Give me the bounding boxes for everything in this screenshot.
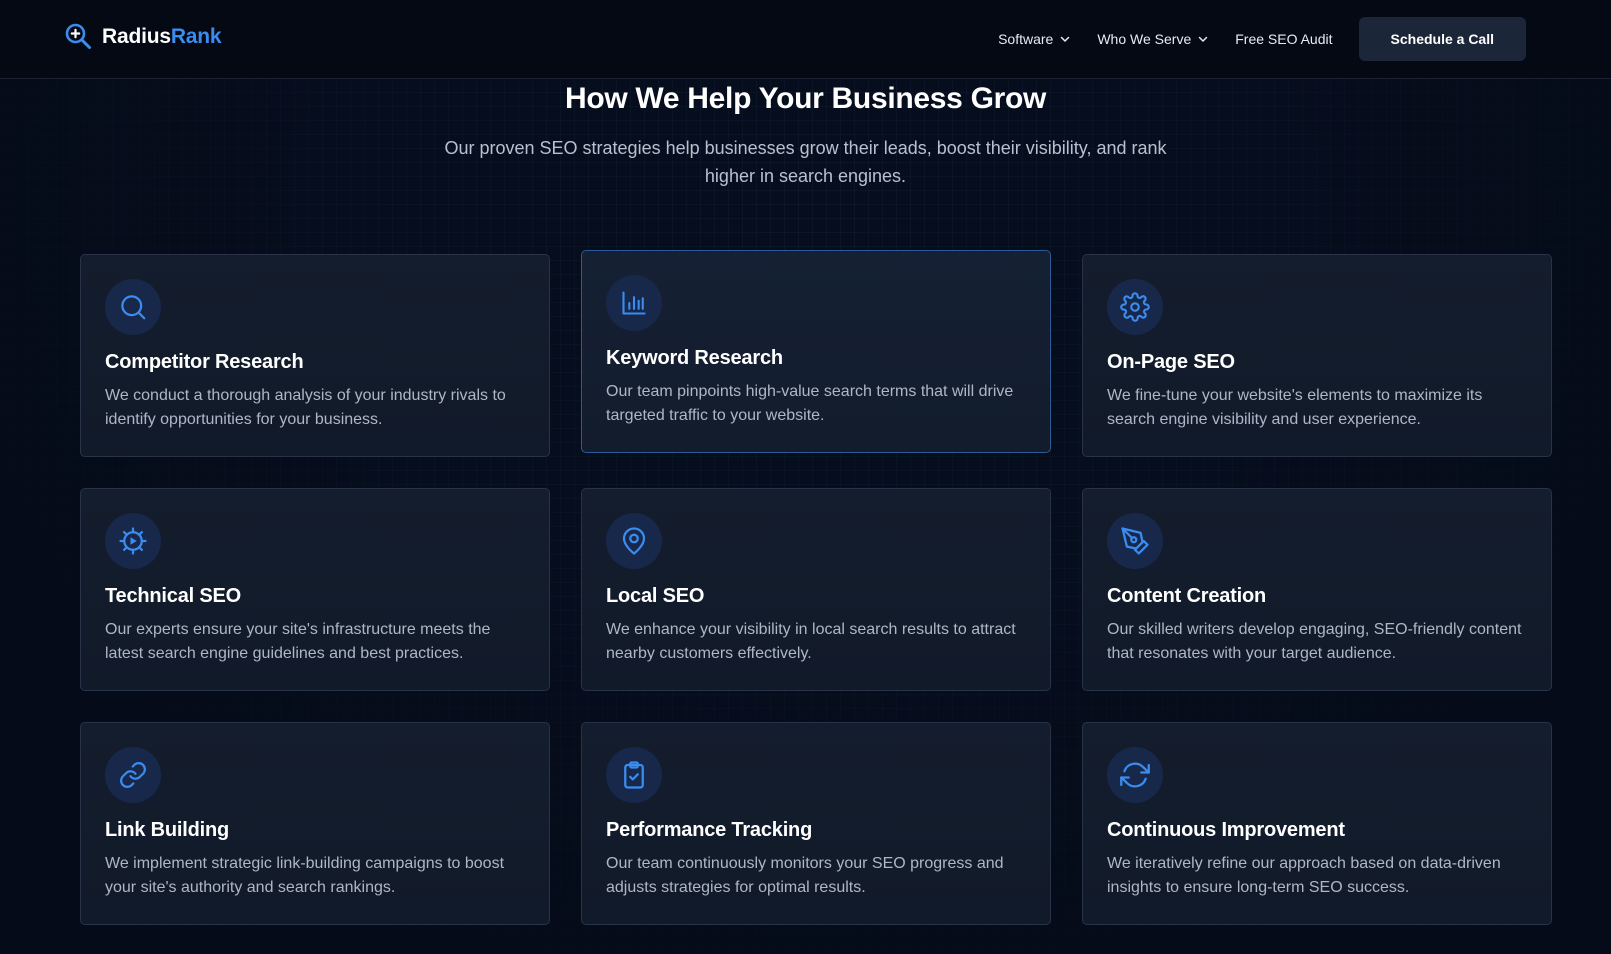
- service-card-performance-tracking[interactable]: Performance Tracking Our team continuous…: [581, 722, 1051, 925]
- service-title: Performance Tracking: [606, 819, 813, 841]
- nav-item-software[interactable]: Software: [998, 31, 1071, 47]
- service-description: We iteratively refine our approach based…: [1107, 855, 1501, 896]
- service-card-competitor-research[interactable]: Competitor Research We conduct a thoroug…: [80, 254, 550, 457]
- icon-circle: [606, 513, 662, 569]
- icon-circle: [105, 513, 161, 569]
- logo[interactable]: RadiusRank: [64, 22, 222, 52]
- section-subtitle: Our proven SEO strategies help businesse…: [444, 138, 1167, 186]
- service-title: Technical SEO: [105, 585, 241, 607]
- nav-item-who-we-serve[interactable]: Who We Serve: [1097, 31, 1209, 47]
- icon-circle: [1107, 513, 1163, 569]
- pen-tool-icon: [1121, 527, 1149, 555]
- logo-text-part1: Radius: [102, 25, 171, 48]
- services-grid: Competitor Research We conduct a thoroug…: [80, 250, 1552, 925]
- search-icon: [121, 295, 146, 320]
- service-card-on-page-seo[interactable]: On-Page SEO We fine-tune your website's …: [1082, 254, 1552, 457]
- icon-circle: [606, 275, 662, 331]
- icon-circle: [606, 747, 662, 803]
- service-description: We conduct a thorough analysis of your i…: [105, 387, 506, 428]
- service-card-link-building[interactable]: Link Building We implement strategic lin…: [80, 722, 550, 925]
- logo-text-part2: Rank: [170, 25, 222, 48]
- icon-circle: [1107, 279, 1163, 335]
- service-description: Our team pinpoints high-value search ter…: [606, 383, 1014, 424]
- service-description: We enhance your visibility in local sear…: [606, 621, 1016, 662]
- bar-chart-icon: [622, 291, 646, 315]
- service-card-content-creation[interactable]: Content Creation Our skilled writers dev…: [1082, 488, 1552, 691]
- gear-icon: [1120, 292, 1150, 322]
- cog-play-icon: [119, 527, 147, 555]
- service-title: Link Building: [105, 819, 230, 841]
- service-title: Continuous Improvement: [1107, 819, 1345, 841]
- service-title: Content Creation: [1107, 585, 1267, 607]
- map-pin-icon: [622, 527, 646, 555]
- service-title: Local SEO: [606, 585, 705, 607]
- service-title: Keyword Research: [606, 347, 783, 369]
- service-card-keyword-research[interactable]: Keyword Research Our team pinpoints high…: [581, 250, 1051, 453]
- icon-circle: [105, 747, 161, 803]
- service-description: Our team continuously monitors your SEO …: [606, 855, 1004, 896]
- link-icon: [120, 762, 146, 788]
- schedule-call-button[interactable]: Schedule a Call: [1358, 17, 1526, 61]
- refresh-icon: [1120, 762, 1150, 788]
- clipboard-check-icon: [624, 761, 644, 789]
- site-header: RadiusRank Software Who We Serve Free SE…: [0, 0, 1611, 79]
- main-nav: Software Who We Serve Free SEO Audit Sch…: [998, 17, 1526, 61]
- service-title: Competitor Research: [105, 351, 304, 373]
- nav-item-label: Free SEO Audit: [1235, 31, 1333, 47]
- nav-item-label: Software: [998, 31, 1054, 47]
- service-title: On-Page SEO: [1107, 351, 1235, 373]
- service-description: We fine-tune your website's elements to …: [1107, 387, 1483, 428]
- section-title: How We Help Your Business Grow: [564, 82, 1047, 115]
- icon-circle: [1107, 747, 1163, 803]
- icon-circle: [105, 279, 161, 335]
- service-card-continuous-improvement[interactable]: Continuous Improvement We iteratively re…: [1082, 722, 1552, 925]
- service-card-technical-seo[interactable]: Technical SEO Our experts ensure your si…: [80, 488, 550, 691]
- service-description: Our experts ensure your site's infrastru…: [105, 621, 491, 662]
- service-card-local-seo[interactable]: Local SEO We enhance your visibility in …: [581, 488, 1051, 691]
- service-description: We implement strategic link-building cam…: [105, 855, 505, 896]
- service-description: Our skilled writers develop engaging, SE…: [1107, 621, 1522, 662]
- chevron-down-icon: [1061, 36, 1070, 42]
- nav-item-free-seo-audit[interactable]: Free SEO Audit: [1235, 31, 1332, 47]
- nav-item-label: Who We Serve: [1097, 31, 1192, 47]
- magnifier-plus-icon: [65, 23, 91, 49]
- logo-text: RadiusRank: [102, 25, 222, 49]
- chevron-down-icon: [1198, 36, 1208, 42]
